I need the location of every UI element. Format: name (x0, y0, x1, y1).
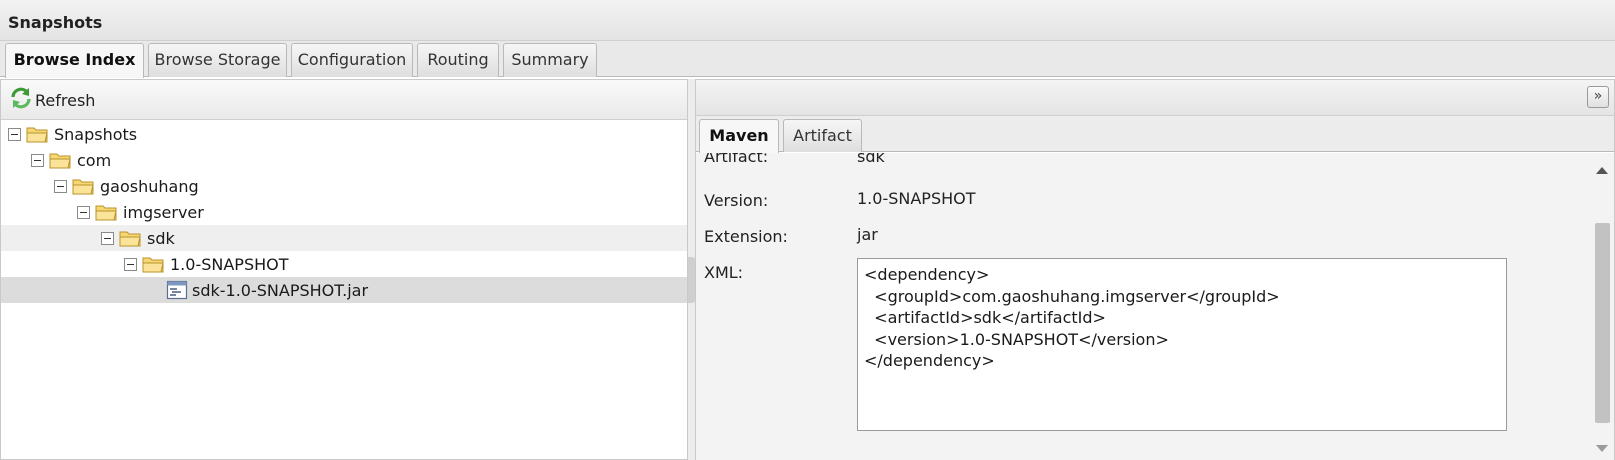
tree-node-label: com (77, 150, 112, 170)
title-bar: Snapshots (0, 0, 1615, 41)
refresh-icon (9, 86, 33, 114)
refresh-button[interactable]: Refresh (9, 87, 95, 113)
tree-node-version[interactable]: 1.0-SNAPSHOT (124, 251, 289, 277)
extension-label: Extension: (704, 227, 788, 246)
refresh-label: Refresh (35, 90, 96, 110)
tree-row: sdk (1, 225, 687, 251)
maven-info: Artifact: sdk Version: 1.0-SNAPSHOT Exte… (696, 153, 1614, 460)
folder-open-icon (142, 257, 164, 273)
scroll-up-icon[interactable] (1596, 167, 1608, 174)
tab-browse-index[interactable]: Browse Index (5, 43, 144, 78)
double-chevron-right-icon[interactable]: » (1587, 86, 1609, 108)
folder-open-icon (95, 205, 117, 221)
tree-node-label: Snapshots (54, 124, 138, 144)
tree-row: 1.0-SNAPSHOT (1, 251, 687, 277)
splitter-grip[interactable] (688, 257, 695, 303)
window-title: Snapshots (8, 13, 103, 32)
xml-label: XML: (704, 263, 744, 282)
tree-node-com[interactable]: com (31, 147, 111, 173)
collapse-toggle-icon[interactable] (101, 231, 114, 245)
xml-snippet-textarea[interactable]: <dependency> <groupId>com.gaoshuhang.img… (857, 258, 1507, 431)
artifact-label: Artifact: (704, 153, 769, 166)
tree-node-label: sdk-1.0-SNAPSHOT.jar (192, 280, 369, 300)
folder-open-icon (72, 179, 94, 195)
collapse-toggle-icon[interactable] (54, 179, 67, 193)
tree-row: Snapshots (1, 121, 687, 147)
collapse-toggle-icon[interactable] (124, 257, 137, 271)
tree-row: imgserver (1, 199, 687, 225)
artifact-detail-panel: » Maven Artifact Artifact: sdk Version: … (695, 79, 1615, 460)
artifact-value: sdk (857, 153, 885, 166)
tree-node-label: 1.0-SNAPSHOT (170, 254, 289, 274)
folder-open-icon (119, 231, 141, 247)
version-label: Version: (704, 191, 769, 210)
tree-toolbar: Refresh (1, 80, 687, 120)
extension-value: jar (857, 225, 878, 244)
collapse-toggle-icon[interactable] (31, 153, 44, 167)
collapse-toggle-icon[interactable] (77, 205, 90, 219)
tree-node-label: imgserver (123, 202, 204, 222)
collapse-toggle-icon[interactable] (8, 127, 21, 141)
detail-tab-strip: Maven Artifact (696, 116, 1614, 153)
tree-row: com (1, 147, 687, 173)
tree-row-selected: sdk-1.0-SNAPSHOT.jar (1, 277, 687, 303)
detail-header: » (696, 80, 1614, 116)
version-value: 1.0-SNAPSHOT (857, 189, 976, 208)
panel-splitter[interactable] (688, 79, 695, 460)
tree-node-snapshots[interactable]: Snapshots (8, 121, 137, 147)
tab-summary[interactable]: Summary (503, 43, 597, 77)
tree-node-sdk[interactable]: sdk (101, 225, 175, 251)
tree-node-jar-file[interactable]: sdk-1.0-SNAPSHOT.jar (166, 277, 368, 303)
tree-node-label: gaoshuhang (100, 176, 199, 196)
tab-browse-storage[interactable]: Browse Storage (148, 43, 287, 77)
tree-row: gaoshuhang (1, 173, 687, 199)
folder-open-icon (49, 153, 71, 169)
scrollbar-thumb[interactable] (1595, 223, 1610, 423)
tab-maven[interactable]: Maven (699, 119, 779, 153)
main-tab-strip: Browse Index Browse Storage Configuratio… (0, 41, 1615, 78)
tab-routing[interactable]: Routing (417, 43, 499, 77)
tree-node-imgserver[interactable]: imgserver (77, 199, 204, 225)
tree-node-gaoshuhang[interactable]: gaoshuhang (54, 173, 199, 199)
tree-node-label: sdk (147, 228, 175, 248)
jar-file-icon (166, 280, 188, 300)
repository-tree-panel: Refresh Snapshots com gaoshuhang imgserv… (0, 79, 688, 460)
tab-configuration[interactable]: Configuration (291, 43, 413, 77)
tab-artifact[interactable]: Artifact (783, 119, 862, 152)
detail-scrollbar[interactable] (1592, 153, 1612, 460)
folder-open-icon (26, 127, 48, 143)
scroll-down-icon[interactable] (1596, 445, 1608, 452)
